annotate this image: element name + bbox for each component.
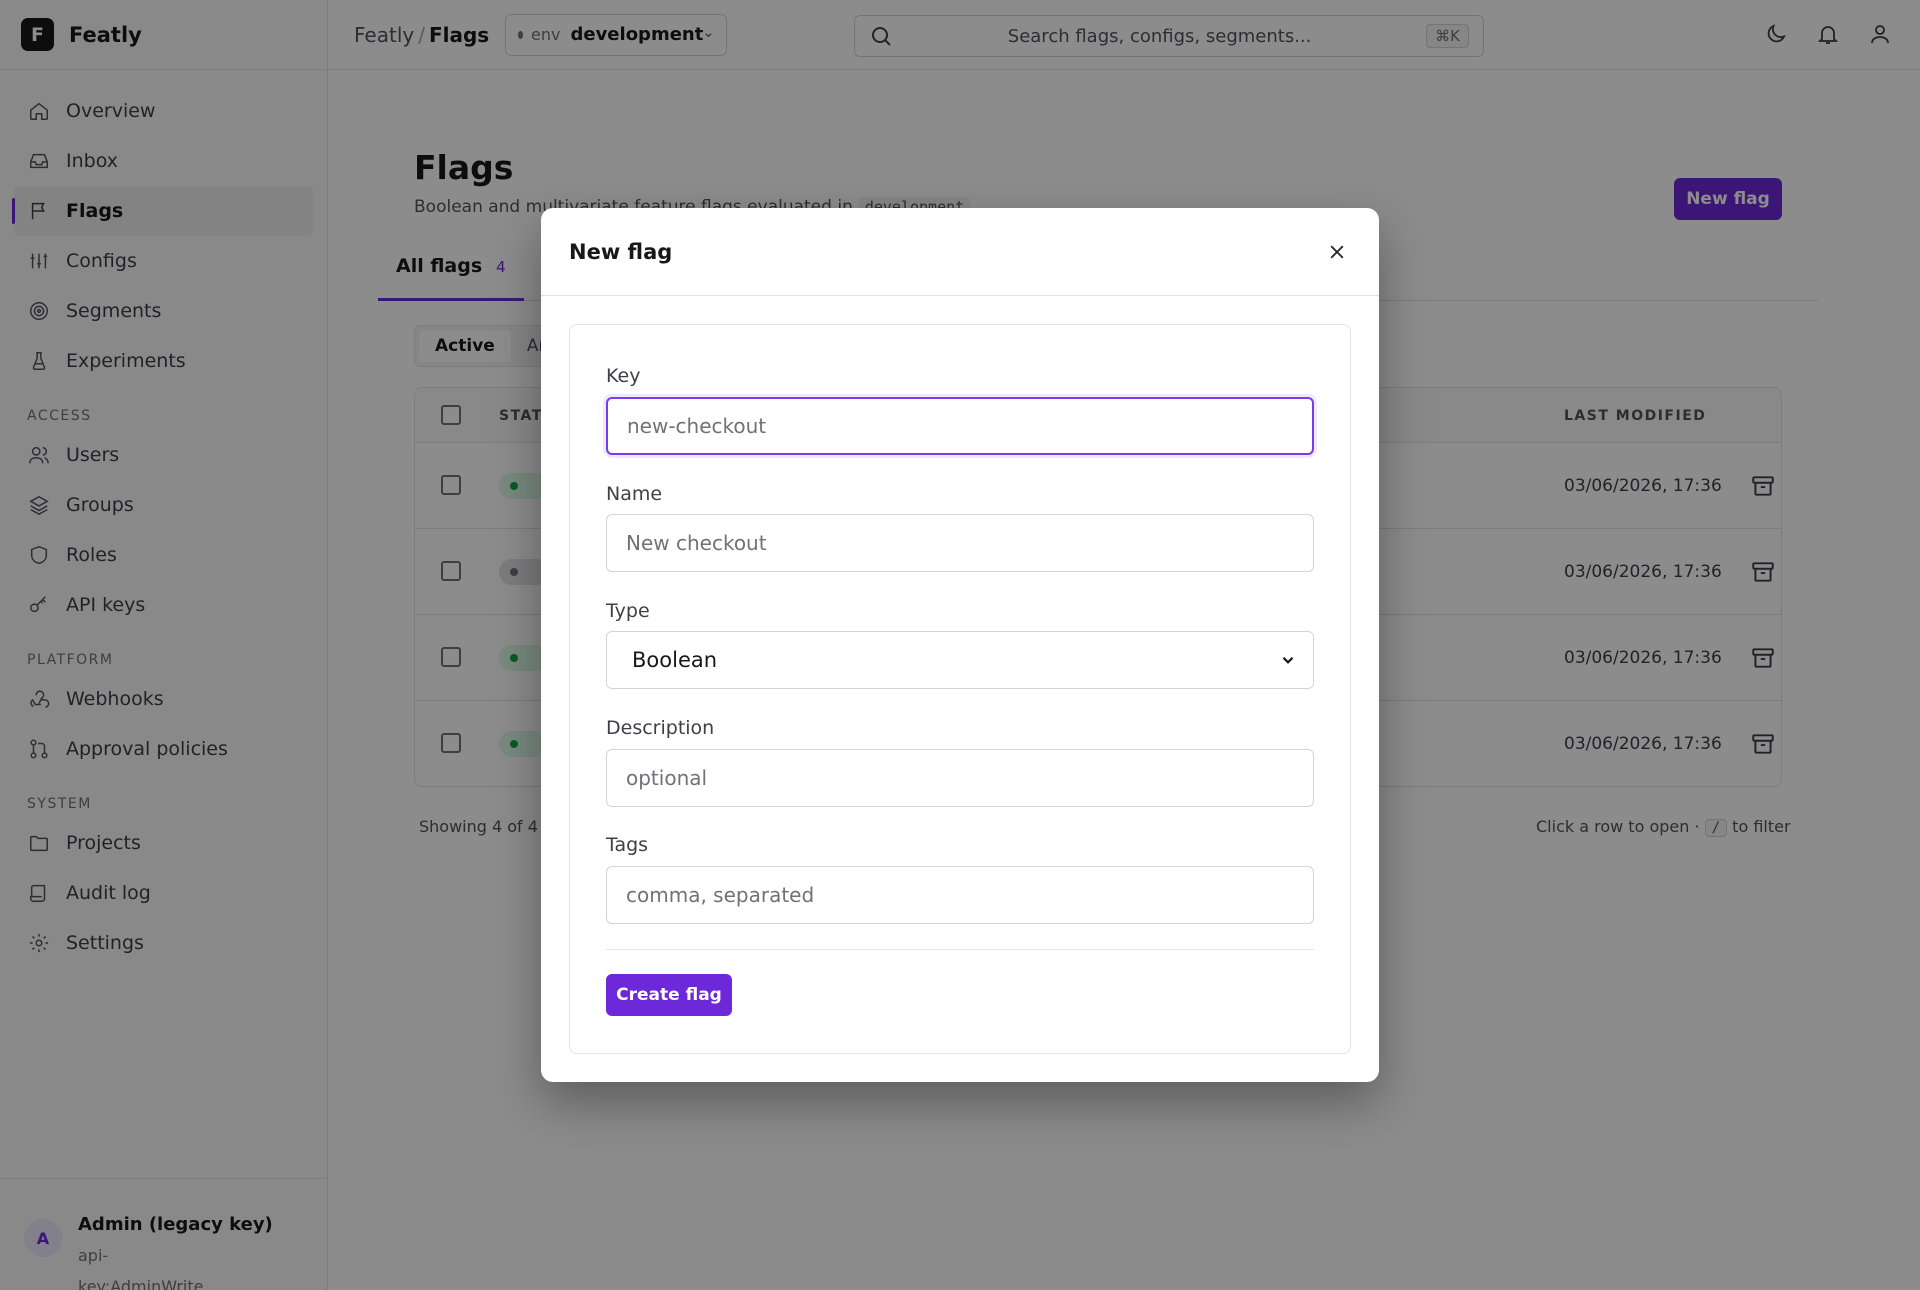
new-flag-form: Key Name Type Boolean Description Tags C… <box>569 324 1351 1054</box>
form-divider <box>606 949 1314 950</box>
close-button[interactable] <box>1323 238 1351 266</box>
tags-label: Tags <box>606 834 649 856</box>
name-label: Name <box>606 483 663 505</box>
close-icon <box>1330 245 1344 258</box>
tags-input[interactable] <box>606 866 1314 924</box>
type-select[interactable]: Boolean <box>606 631 1314 689</box>
dialog-header: New flag <box>541 208 1379 296</box>
description-input[interactable] <box>606 749 1314 807</box>
dialog-title: New flag <box>569 239 673 264</box>
type-label: Type <box>606 600 650 622</box>
key-label: Key <box>606 365 641 387</box>
new-flag-dialog: New flag Key Name Type Boolean Descripti… <box>541 208 1379 1082</box>
key-input[interactable] <box>606 397 1314 455</box>
name-input[interactable] <box>606 514 1314 572</box>
description-label: Description <box>606 717 715 739</box>
type-selected-value: Boolean <box>632 648 718 672</box>
chevron-down-icon <box>1282 656 1294 664</box>
create-flag-button[interactable]: Create flag <box>606 974 732 1016</box>
